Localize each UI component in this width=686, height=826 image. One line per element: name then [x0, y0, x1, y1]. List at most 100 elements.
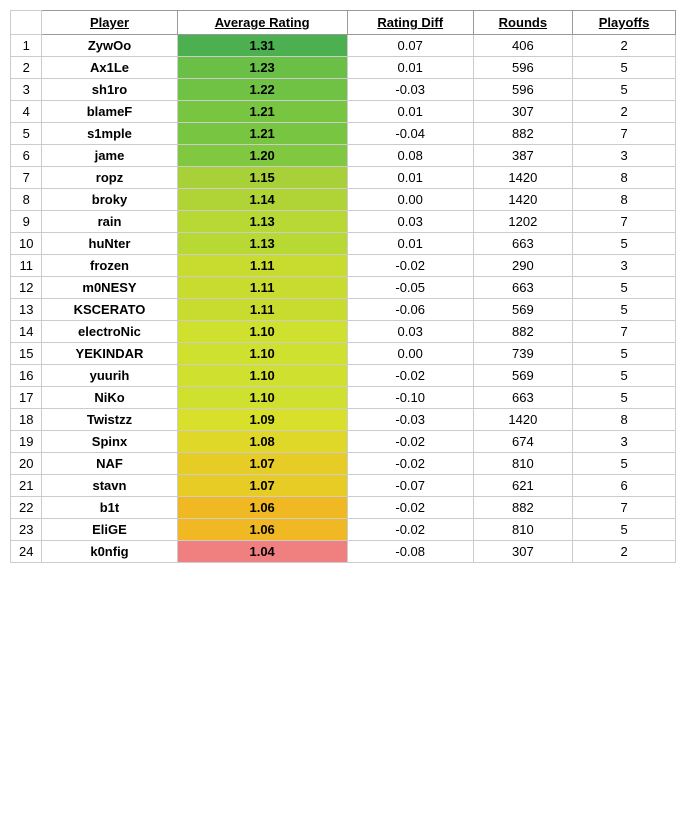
rating-diff-cell: -0.06 [347, 299, 473, 321]
playoffs-cell: 5 [573, 277, 676, 299]
player-name-cell: YEKINDAR [42, 343, 177, 365]
playoffs-cell: 5 [573, 57, 676, 79]
playoffs-cell: 5 [573, 79, 676, 101]
playoffs-cell: 5 [573, 233, 676, 255]
rank-cell: 22 [11, 497, 42, 519]
playoffs-cell: 5 [573, 343, 676, 365]
rounds-cell: 569 [473, 365, 573, 387]
playoffs-cell: 3 [573, 431, 676, 453]
rounds-cell: 621 [473, 475, 573, 497]
table-row: 17NiKo1.10-0.106635 [11, 387, 676, 409]
rounds-cell: 596 [473, 79, 573, 101]
player-name-cell: frozen [42, 255, 177, 277]
avg-rating-cell: 1.23 [177, 57, 347, 79]
table-row: 23EliGE1.06-0.028105 [11, 519, 676, 541]
rank-cell: 18 [11, 409, 42, 431]
player-name-cell: NAF [42, 453, 177, 475]
rounds-cell: 663 [473, 387, 573, 409]
avg-rating-cell: 1.07 [177, 475, 347, 497]
playoffs-cell: 2 [573, 101, 676, 123]
playoffs-cell: 7 [573, 321, 676, 343]
playoffs-cell: 5 [573, 299, 676, 321]
player-name-cell: ZywOo [42, 35, 177, 57]
avg-rating-cell: 1.10 [177, 321, 347, 343]
rounds-cell: 674 [473, 431, 573, 453]
playoffs-cell: 5 [573, 519, 676, 541]
rank-cell: 21 [11, 475, 42, 497]
rating-diff-cell: -0.03 [347, 79, 473, 101]
rank-cell: 14 [11, 321, 42, 343]
player-name-cell: s1mple [42, 123, 177, 145]
rounds-cell: 290 [473, 255, 573, 277]
playoffs-cell: 6 [573, 475, 676, 497]
rating-diff-cell: -0.03 [347, 409, 473, 431]
rating-diff-cell: 0.01 [347, 167, 473, 189]
player-name-cell: Twistzz [42, 409, 177, 431]
rating-diff-cell: 0.00 [347, 343, 473, 365]
playoffs-cell: 7 [573, 123, 676, 145]
rounds-cell: 663 [473, 277, 573, 299]
rating-diff-cell: -0.08 [347, 541, 473, 563]
rating-diff-cell: 0.08 [347, 145, 473, 167]
playoffs-cell: 8 [573, 409, 676, 431]
rank-cell: 6 [11, 145, 42, 167]
player-name-cell: yuurih [42, 365, 177, 387]
table-row: 1ZywOo1.310.074062 [11, 35, 676, 57]
avg-rating-cell: 1.06 [177, 519, 347, 541]
rating-diff-cell: -0.02 [347, 255, 473, 277]
avg-rating-cell: 1.21 [177, 123, 347, 145]
rank-cell: 7 [11, 167, 42, 189]
avg-rating-cell: 1.06 [177, 497, 347, 519]
player-name-cell: k0nfig [42, 541, 177, 563]
rating-diff-cell: -0.02 [347, 365, 473, 387]
table-row: 22b1t1.06-0.028827 [11, 497, 676, 519]
rating-diff-cell: 0.07 [347, 35, 473, 57]
avg-rating-cell: 1.10 [177, 343, 347, 365]
rounds-cell: 882 [473, 123, 573, 145]
player-name-cell: b1t [42, 497, 177, 519]
rounds-cell: 1420 [473, 167, 573, 189]
rank-cell: 8 [11, 189, 42, 211]
rounds-cell: 1202 [473, 211, 573, 233]
rank-cell: 5 [11, 123, 42, 145]
table-row: 2Ax1Le1.230.015965 [11, 57, 676, 79]
playoffs-cell: 5 [573, 453, 676, 475]
table-row: 20NAF1.07-0.028105 [11, 453, 676, 475]
playoffs-cell: 8 [573, 167, 676, 189]
rank-cell: 3 [11, 79, 42, 101]
table-row: 5s1mple1.21-0.048827 [11, 123, 676, 145]
rank-cell: 10 [11, 233, 42, 255]
rating-diff-cell: 0.03 [347, 321, 473, 343]
avg-rating-cell: 1.11 [177, 277, 347, 299]
rank-cell: 4 [11, 101, 42, 123]
rating-diff-cell: -0.02 [347, 519, 473, 541]
table-row: 7ropz1.150.0114208 [11, 167, 676, 189]
table-row: 24k0nfig1.04-0.083072 [11, 541, 676, 563]
table-row: 15YEKINDAR1.100.007395 [11, 343, 676, 365]
player-name-cell: sh1ro [42, 79, 177, 101]
player-name-cell: jame [42, 145, 177, 167]
playoffs-cell: 3 [573, 145, 676, 167]
player-name-cell: KSCERATO [42, 299, 177, 321]
rounds-cell: 1420 [473, 189, 573, 211]
rank-cell: 11 [11, 255, 42, 277]
player-name-cell: stavn [42, 475, 177, 497]
rounds-cell: 596 [473, 57, 573, 79]
playoffs-cell: 2 [573, 35, 676, 57]
header-rating-diff: Rating Diff [347, 11, 473, 35]
rating-diff-cell: -0.02 [347, 497, 473, 519]
rating-diff-cell: -0.04 [347, 123, 473, 145]
table-row: 14electroNic1.100.038827 [11, 321, 676, 343]
rating-diff-cell: 0.00 [347, 189, 473, 211]
table-row: 18Twistzz1.09-0.0314208 [11, 409, 676, 431]
avg-rating-cell: 1.10 [177, 387, 347, 409]
table-header: Player Average Rating Rating Diff Rounds… [11, 11, 676, 35]
playoffs-cell: 5 [573, 365, 676, 387]
table-row: 3sh1ro1.22-0.035965 [11, 79, 676, 101]
rounds-cell: 663 [473, 233, 573, 255]
avg-rating-cell: 1.20 [177, 145, 347, 167]
rank-cell: 9 [11, 211, 42, 233]
rounds-cell: 882 [473, 321, 573, 343]
rating-diff-cell: 0.01 [347, 101, 473, 123]
table-row: 6jame1.200.083873 [11, 145, 676, 167]
